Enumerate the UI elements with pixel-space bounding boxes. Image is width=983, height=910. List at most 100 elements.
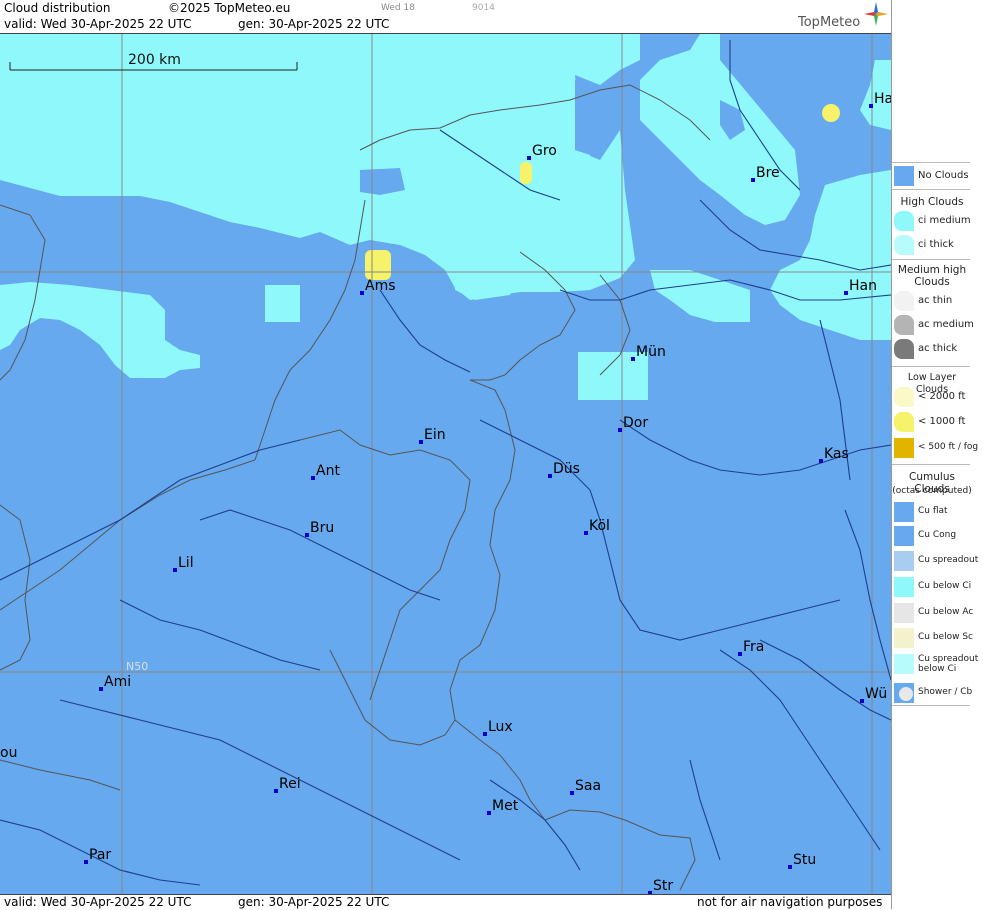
topmeteo-logo: TopMeteo [798, 15, 861, 30]
city-dot-icon [274, 789, 278, 793]
ci-thick-swatch [894, 235, 914, 255]
city-marker: Kas [819, 446, 849, 463]
disclaimer: not for air navigation purposes [697, 895, 883, 909]
city-dot-icon [483, 732, 487, 736]
legend-medium-high-heading: Medium high Clouds [897, 264, 967, 288]
city-label: Stu [793, 852, 816, 868]
city-marker: Wü [860, 686, 887, 703]
city-label: Köl [589, 518, 610, 534]
city-marker: Ams [360, 278, 396, 295]
valid-time: valid: Wed 30-Apr-2025 22 UTC [4, 17, 192, 31]
gen-time: gen: 30-Apr-2025 22 UTC [238, 17, 390, 31]
map-header: Cloud distribution ©2025 TopMeteo.eu Wed… [0, 0, 891, 34]
city-label: Saa [575, 778, 601, 794]
legend-lt500: < 500 ft / fog [892, 436, 983, 460]
legend-lt2000: < 2000 ft [892, 385, 983, 409]
copyright: ©2025 TopMeteo.eu [168, 1, 291, 15]
map-footer: valid: Wed 30-Apr-2025 22 UTC gen: 30-Ap… [0, 894, 891, 910]
cu-below-sc-swatch [894, 628, 914, 648]
ci-medium-swatch [894, 211, 914, 231]
city-label: Bru [310, 520, 334, 536]
city-dot-icon [819, 459, 823, 463]
city-label: Lil [178, 555, 194, 571]
city-dot-icon [869, 104, 873, 108]
legend-high-clouds-heading: High Clouds [900, 196, 964, 208]
city-dot-icon [419, 440, 423, 444]
legend-cu-below-ac: Cu below Ac [892, 601, 983, 625]
ac-medium-swatch [894, 315, 914, 335]
cloud-map[interactable]: 200 km N50 Gro Bre Ha Ams Han Mün Dor Ein Kas Ant… [0, 34, 891, 894]
city-dot-icon [738, 652, 742, 656]
city-dot-icon [860, 699, 864, 703]
city-label: Met [492, 798, 519, 814]
cu-flat-swatch [894, 502, 914, 522]
city-marker: Stu [788, 852, 816, 869]
city-label: Bre [756, 165, 780, 181]
city-marker: Gro [527, 143, 557, 160]
legend-panel: No Clouds High Clouds ci medium ci thick… [891, 0, 983, 909]
legend-cu-cong: Cu Cong [892, 524, 983, 548]
city-marker: Saa [570, 778, 601, 795]
city-label: Düs [553, 461, 580, 477]
city-marker: Mün [631, 344, 666, 361]
lt500-swatch [894, 438, 914, 458]
legend-ac-thin: ac thin [892, 289, 983, 313]
city-label: Gro [532, 143, 557, 159]
city-dot-icon [618, 428, 622, 432]
no-clouds-swatch [894, 166, 914, 186]
city-dot-icon [311, 476, 315, 480]
cu-cong-swatch [894, 526, 914, 546]
city-marker: Met [487, 798, 519, 815]
city-dot-icon [487, 811, 491, 815]
legend-ci-medium: ci medium [892, 209, 983, 233]
city-label: Str [653, 878, 673, 894]
city-dot-icon [788, 865, 792, 869]
city-marker: Lux [483, 719, 513, 736]
ac-thin-swatch [894, 291, 914, 311]
shower-cb-swatch [894, 683, 914, 703]
legend-cu-below-sc: Cu below Sc [892, 626, 983, 650]
city-label: Ein [424, 427, 446, 443]
legend-no-clouds: No Clouds [892, 164, 983, 188]
lt2000-swatch [894, 387, 914, 407]
city-label: Ant [316, 463, 340, 479]
city-dot-icon [173, 568, 177, 572]
cu-below-ac-swatch [894, 603, 914, 623]
legend-cu-spreadout: Cu spreadout [892, 549, 983, 573]
city-label: Ams [365, 278, 396, 294]
city-marker: Han [844, 278, 877, 295]
city-label: Han [849, 278, 877, 294]
legend-cu-below-ci: Cu below Ci [892, 575, 983, 599]
city-marker: Dor [618, 415, 648, 432]
ac-thick-swatch [894, 339, 914, 359]
city-dot-icon [548, 474, 552, 478]
city-label: Fra [743, 639, 764, 655]
city-marker: Par [84, 847, 111, 864]
city-dot-icon [527, 156, 531, 160]
legend-cu-flat: Cu flat [892, 500, 983, 524]
city-dot-icon [751, 178, 755, 182]
city-label: Dor [623, 415, 648, 431]
city-dot-icon [631, 357, 635, 361]
legend-ci-thick: ci thick [892, 233, 983, 257]
city-dot-icon [584, 531, 588, 535]
compass-logo-icon [864, 2, 888, 26]
city-label: Par [89, 847, 111, 863]
city-dot-icon [99, 687, 103, 691]
legend-ac-medium: ac medium [892, 313, 983, 337]
legend-octas-note: (octas computed) [892, 486, 972, 496]
run-label: Wed 18 [381, 3, 415, 13]
city-label: Lux [488, 719, 513, 735]
scale-label: 200 km [128, 52, 181, 68]
city-marker: Ami [99, 674, 131, 691]
cu-spreadout-swatch [894, 551, 914, 571]
city-dot-icon [84, 860, 88, 864]
city-label: Wü [865, 686, 887, 702]
footer-valid-time: valid: Wed 30-Apr-2025 22 UTC [4, 895, 192, 909]
city-marker: ou [0, 745, 17, 761]
city-dot-icon [570, 791, 574, 795]
legend-lt1000: < 1000 ft [892, 410, 983, 434]
lt1000-swatch [894, 412, 914, 432]
city-dot-icon [360, 291, 364, 295]
city-dot-icon [305, 533, 309, 537]
